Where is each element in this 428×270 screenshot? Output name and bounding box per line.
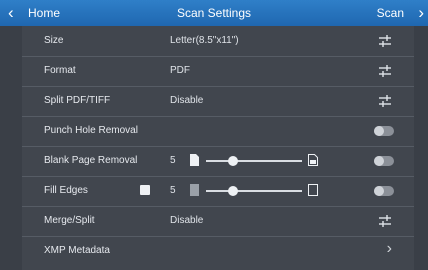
setting-value: Letter(8.5"x11") bbox=[170, 35, 239, 46]
chevron-right-icon[interactable]: › bbox=[387, 240, 392, 258]
punch-hole-toggle[interactable] bbox=[374, 126, 394, 136]
slider-value: 5 bbox=[170, 155, 176, 166]
setting-row-merge-split[interactable]: Merge/Split Disable bbox=[22, 206, 414, 237]
top-bar: ‹ Home Scan Settings Scan › bbox=[0, 0, 428, 26]
setting-row-fill-edges: Fill Edges 5 bbox=[22, 176, 414, 207]
setting-row-size[interactable]: Size Letter(8.5"x11") bbox=[22, 26, 414, 57]
fill-edges-toggle[interactable] bbox=[374, 186, 394, 196]
setting-value: Disable bbox=[170, 215, 204, 226]
setting-value: Disable bbox=[170, 95, 204, 106]
setting-value: PDF bbox=[170, 65, 190, 76]
fill-edges-slider-thumb[interactable] bbox=[228, 186, 238, 196]
adjust-icon[interactable] bbox=[378, 214, 392, 228]
fill-edges-checkbox[interactable] bbox=[140, 185, 150, 195]
settings-list: Size Letter(8.5"x11") Format PDF Split P… bbox=[22, 26, 414, 270]
fill-edges-slider-track[interactable] bbox=[206, 190, 302, 192]
setting-row-xmp-metadata[interactable]: XMP Metadata › bbox=[22, 236, 414, 266]
setting-label: Punch Hole Removal bbox=[44, 125, 138, 136]
chevron-right-icon[interactable]: › bbox=[418, 3, 424, 23]
page-title: Scan Settings bbox=[176, 6, 252, 20]
setting-label: XMP Metadata bbox=[44, 245, 110, 256]
setting-row-blank-page-removal: Blank Page Removal 5 bbox=[22, 146, 414, 177]
setting-label: Blank Page Removal bbox=[44, 155, 138, 166]
edge-large-icon bbox=[308, 184, 318, 196]
setting-row-punch-hole-removal: Punch Hole Removal bbox=[22, 116, 414, 147]
slider-value: 5 bbox=[170, 185, 176, 196]
adjust-icon[interactable] bbox=[378, 94, 392, 108]
setting-label: Fill Edges bbox=[44, 185, 88, 196]
blank-page-toggle[interactable] bbox=[374, 156, 394, 166]
setting-label: Merge/Split bbox=[44, 215, 95, 226]
blank-page-icon bbox=[190, 154, 199, 166]
setting-row-split-pdf-tiff[interactable]: Split PDF/TIFF Disable bbox=[22, 86, 414, 117]
adjust-icon[interactable] bbox=[378, 64, 392, 78]
setting-label: Size bbox=[44, 35, 64, 46]
setting-label: Format bbox=[44, 65, 76, 76]
edge-small-icon bbox=[190, 184, 199, 196]
blank-page-slider-thumb[interactable] bbox=[228, 156, 238, 166]
blank-page-slider-track[interactable] bbox=[206, 160, 302, 162]
scan-button[interactable]: Scan bbox=[377, 6, 404, 20]
adjust-icon[interactable] bbox=[378, 34, 392, 48]
full-page-icon bbox=[308, 154, 318, 166]
setting-row-format[interactable]: Format PDF bbox=[22, 56, 414, 87]
setting-label: Split PDF/TIFF bbox=[44, 95, 111, 106]
